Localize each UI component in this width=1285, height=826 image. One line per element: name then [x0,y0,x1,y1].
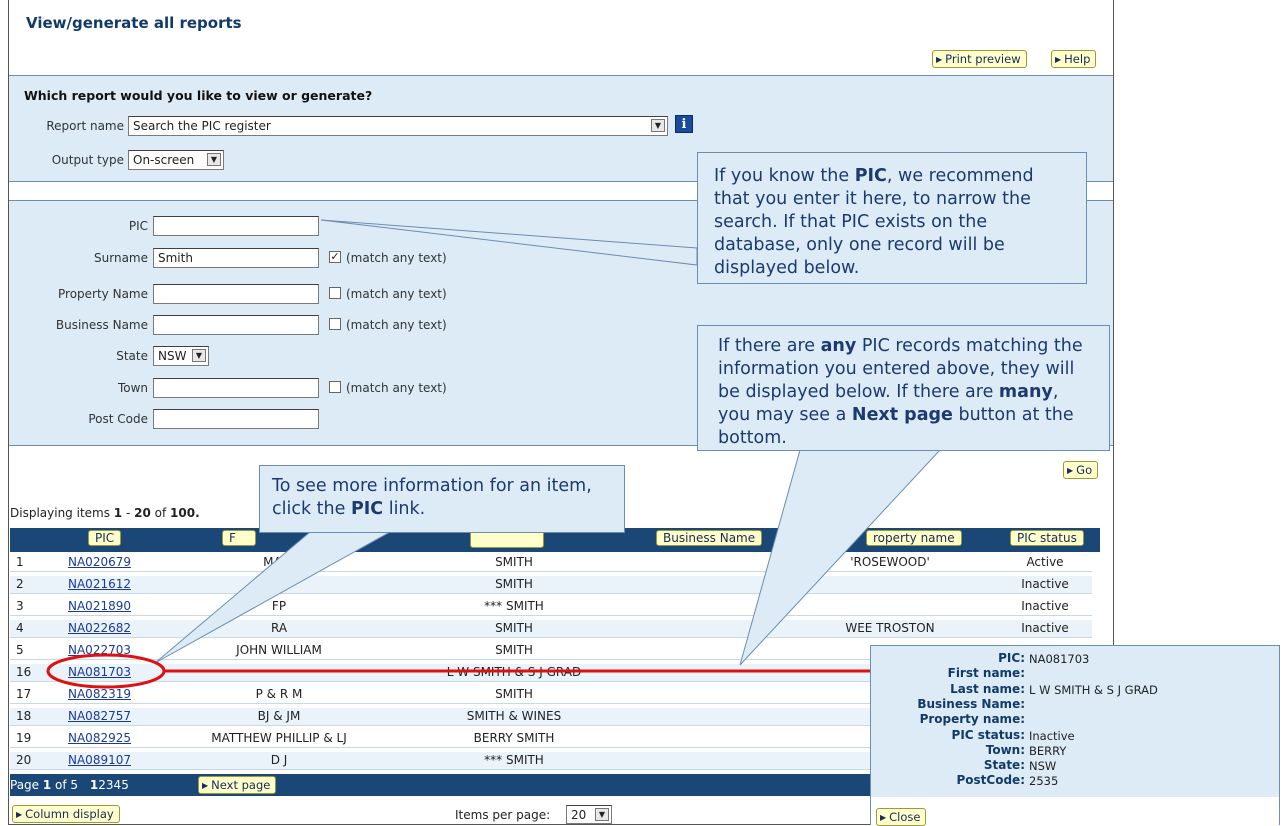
detail-value: L W SMITH & S J GRAD [1029,682,1158,697]
detail-key: PIC status: [951,727,1025,742]
detail-key: Last name: [950,681,1025,696]
detail-value: Inactive [1029,728,1075,743]
detail-key: PostCode: [956,773,1026,788]
detail-key: Town: [985,742,1025,757]
detail-value: BERRY [1029,743,1067,758]
close-button[interactable]: Close [876,808,927,826]
detail-key: Property name: [919,712,1025,727]
detail-value: NA081703 [1029,652,1090,666]
detail-key: State: [983,758,1025,773]
pic-highlight-ellipse [46,653,166,689]
detail-value: NSW [1029,759,1057,774]
detail-value: 2535 [1029,774,1059,789]
detail-key: Business Name: [917,696,1025,711]
detail-footer [871,797,1279,825]
detail-key: PIC: [998,651,1025,665]
detail-key: First name: [947,666,1025,681]
